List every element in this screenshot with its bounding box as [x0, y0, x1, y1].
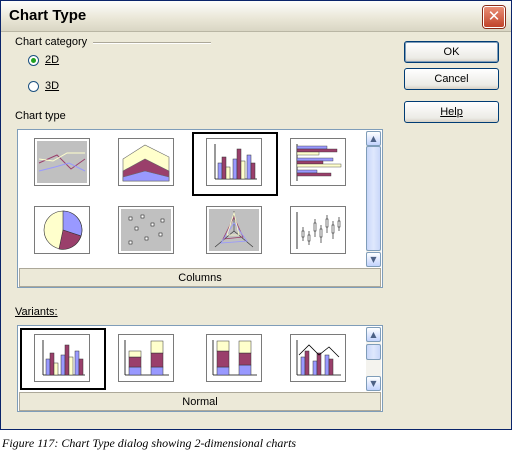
columns-icon[interactable]: [206, 138, 262, 186]
radio-2d-label[interactable]: 2D: [45, 54, 59, 66]
pie-icon[interactable]: [34, 206, 90, 254]
chart-type-scrollbar[interactable]: ▲ ▼: [366, 131, 381, 267]
scroll-down-arrow-icon[interactable]: ▼: [366, 252, 381, 267]
scroll-thumb[interactable]: [366, 146, 381, 251]
close-icon: ✕: [487, 7, 501, 25]
stock-icon[interactable]: [290, 206, 346, 254]
chart-type-name: Columns: [19, 268, 381, 287]
radio-2d[interactable]: [28, 55, 39, 66]
variants-heading: Variants:: [15, 306, 58, 318]
xy-scatter-icon[interactable]: [118, 206, 174, 254]
variants-panel: ▲ ▼ Normal: [17, 325, 383, 412]
title-bar: Chart Type ✕: [1, 1, 511, 32]
bars-icon[interactable]: [290, 138, 346, 186]
close-button[interactable]: ✕: [483, 6, 505, 28]
normal-columns-icon[interactable]: [34, 334, 90, 382]
chart-category-heading: Chart category: [15, 36, 88, 48]
chart-type-dialog: Chart Type ✕ Chart category 2D 3D OK Can…: [0, 0, 512, 430]
percent-stacked-columns-icon[interactable]: [206, 334, 262, 382]
net-icon[interactable]: [206, 206, 262, 254]
variant-name: Normal: [19, 392, 381, 411]
scroll-up-arrow-icon[interactable]: ▲: [366, 327, 381, 342]
scroll-down-arrow-icon[interactable]: ▼: [366, 376, 381, 391]
variants-heading-text: Variants:: [15, 306, 58, 318]
radio-3d[interactable]: [28, 81, 39, 92]
ok-button[interactable]: OK: [404, 41, 499, 63]
scroll-up-arrow-icon[interactable]: ▲: [366, 131, 381, 146]
chart-type-panel: ▲ ▼ Columns: [17, 129, 383, 288]
lines-icon[interactable]: [34, 138, 90, 186]
radio-3d-label[interactable]: 3D: [45, 80, 59, 92]
variants-scrollbar[interactable]: ▲ ▼: [366, 327, 381, 391]
help-button[interactable]: Help: [404, 101, 499, 123]
dialog-title: Chart Type: [9, 7, 87, 24]
chart-type-heading: Chart type: [15, 110, 66, 122]
radio-selected-dot: [31, 58, 36, 63]
scroll-thumb[interactable]: [366, 344, 381, 360]
group-separator: [93, 42, 211, 44]
figure-caption: Figure 117: Chart Type dialog showing 2-…: [2, 436, 297, 450]
areas-icon[interactable]: [118, 138, 174, 186]
stacked-columns-icon[interactable]: [118, 334, 174, 382]
columns-and-lines-icon[interactable]: [290, 334, 346, 382]
cancel-button[interactable]: Cancel: [404, 68, 499, 90]
